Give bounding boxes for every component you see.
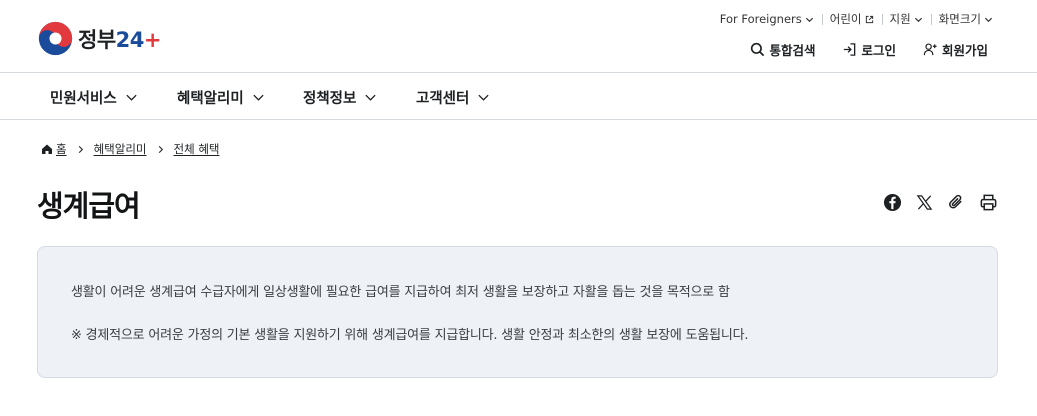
chevron-down-icon <box>126 94 137 101</box>
login-button[interactable]: 로그인 <box>842 40 896 59</box>
login-icon <box>844 43 856 56</box>
summary-box: 생활이 어려운 생계급여 수급자에게 일상생활에 필요한 급여를 지급하여 최저… <box>37 246 998 378</box>
summary-note: ※ 경제적으로 어려운 가정의 기본 생활을 지원하기 위해 생계급여를 지급합… <box>71 328 749 343</box>
chevron-right-icon <box>78 145 83 153</box>
chevron-down-icon <box>253 94 264 101</box>
x-share-button[interactable] <box>913 191 935 213</box>
foreigners-label: For Foreigners <box>719 12 802 26</box>
breadcrumb: 홈 혜택알리미 전체 혜택 <box>41 141 219 157</box>
page-title: 생계급여 <box>37 189 141 223</box>
nav-item-civil-service[interactable]: 민원서비스 <box>50 87 138 108</box>
breadcrumb-home[interactable]: 홈 <box>56 141 67 157</box>
signup-label: 회원가입 <box>941 43 988 58</box>
home-icon <box>42 144 52 154</box>
nav-item-support[interactable]: 고객센터 <box>416 87 490 108</box>
external-link-icon <box>865 15 873 23</box>
font-size-menu[interactable]: 화면크기 <box>930 11 993 27</box>
main-nav: 민원서비스 혜택알리미 정책정보 고객센터 <box>0 74 1037 120</box>
foreigners-menu[interactable]: For Foreigners <box>712 12 822 26</box>
nav-label: 정책정보 <box>303 91 357 107</box>
chevron-down-icon <box>478 94 489 101</box>
login-label: 로그인 <box>861 43 896 58</box>
nav-label: 고객센터 <box>416 91 470 107</box>
region-label: 지원 <box>889 12 911 26</box>
copy-link-button[interactable] <box>945 191 967 213</box>
font-size-label: 화면크기 <box>938 12 981 26</box>
site-header: 정부24+ For Foreigners 어린이 지원 화면크기 통합검색 로그… <box>0 0 1037 73</box>
paperclip-icon <box>948 194 962 209</box>
utility-menu: For Foreigners 어린이 지원 화면크기 <box>712 11 993 27</box>
taegeuk-emblem-icon <box>38 21 73 56</box>
facebook-share-button[interactable] <box>881 191 903 213</box>
facebook-icon <box>883 193 901 211</box>
signup-button[interactable]: 회원가입 <box>923 40 988 59</box>
x-icon <box>916 194 932 210</box>
chevron-right-icon <box>158 145 163 153</box>
nav-item-policy[interactable]: 정책정보 <box>303 87 377 108</box>
chevron-down-icon <box>805 17 813 22</box>
search-label: 통합검색 <box>769 43 816 58</box>
region-menu[interactable]: 지원 <box>881 11 931 27</box>
logo[interactable]: 정부24+ <box>37 20 162 57</box>
nav-label: 민원서비스 <box>50 91 117 107</box>
breadcrumb-all-benefits[interactable]: 전체 혜택 <box>174 141 220 157</box>
kids-label: 어린이 <box>829 12 862 26</box>
breadcrumb-benefits[interactable]: 혜택알리미 <box>94 141 147 157</box>
print-icon <box>980 194 996 210</box>
print-button[interactable] <box>977 191 999 213</box>
summary-text: 생활이 어려운 생계급여 수급자에게 일상생활에 필요한 급여를 지급하여 최저… <box>71 285 730 300</box>
chevron-down-icon <box>984 17 993 22</box>
kids-link[interactable]: 어린이 <box>821 11 882 27</box>
search-button[interactable]: 통합검색 <box>750 40 815 59</box>
chevron-down-icon <box>365 94 376 101</box>
user-plus-icon <box>923 43 937 56</box>
header-actions: 통합검색 로그인 회원가입 <box>723 40 988 59</box>
nav-item-benefits[interactable]: 혜택알리미 <box>177 87 265 108</box>
search-icon <box>751 42 765 57</box>
logo-text: 정부24+ <box>78 27 162 52</box>
nav-label: 혜택알리미 <box>177 91 244 107</box>
chevron-down-icon <box>914 17 922 22</box>
